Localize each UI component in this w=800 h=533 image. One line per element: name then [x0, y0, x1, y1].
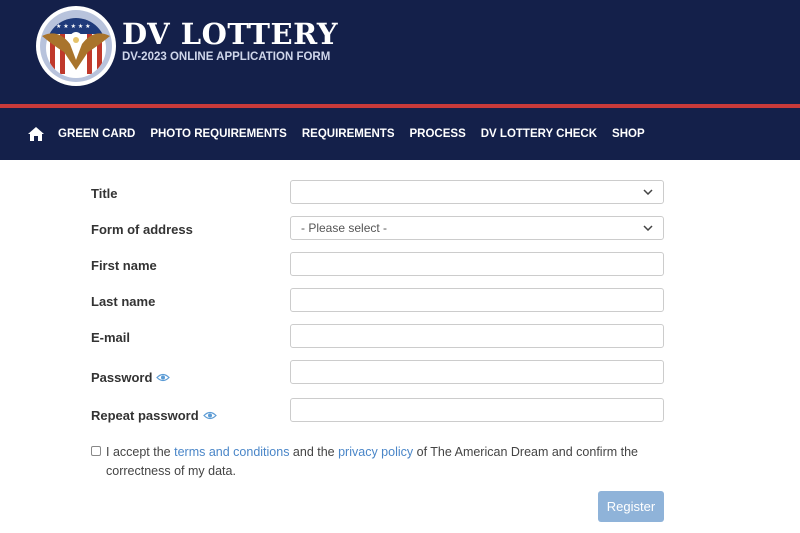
repeat-password-label: Repeat password — [91, 408, 199, 423]
email-label: E-mail — [91, 330, 131, 345]
password-field[interactable] — [290, 360, 664, 384]
repeat-password-label-row: Repeat password — [91, 408, 217, 423]
last-name-field[interactable] — [290, 288, 664, 312]
site-title: DV LOTTERY — [122, 17, 339, 51]
title-label: Title — [91, 186, 118, 201]
form-of-address-select[interactable]: - Please select - — [290, 216, 664, 240]
privacy-policy-link[interactable]: privacy policy — [338, 445, 413, 459]
password-label-row: Password — [91, 370, 171, 385]
nav-item-process[interactable]: PROCESS — [410, 128, 466, 140]
eye-icon[interactable] — [156, 373, 171, 382]
home-icon[interactable] — [28, 127, 44, 141]
terms-link[interactable]: terms and conditions — [174, 445, 289, 459]
email-field[interactable] — [290, 324, 664, 348]
chevron-down-icon — [643, 189, 653, 195]
svg-text:★ ★ ★ ★ ★: ★ ★ ★ ★ ★ — [56, 23, 91, 30]
form-of-address-label: Form of address — [91, 222, 193, 237]
password-label: Password — [91, 370, 153, 385]
nav-item-dv-lottery-check[interactable]: DV LOTTERY CHECK — [481, 128, 597, 140]
consent-text-part2: and the — [289, 445, 339, 459]
register-button[interactable]: Register — [598, 491, 664, 522]
first-name-field[interactable] — [290, 252, 664, 276]
last-name-label: Last name — [91, 294, 156, 309]
nav-item-green-card[interactable]: GREEN CARD — [58, 128, 135, 140]
consent-text-part1: I accept the — [106, 445, 175, 459]
nav-item-shop[interactable]: SHOP — [612, 128, 645, 140]
site-subtitle: DV-2023 ONLINE APPLICATION FORM — [122, 51, 331, 63]
form-of-address-value: - Please select - — [301, 221, 388, 235]
consent-checkbox[interactable] — [91, 446, 101, 456]
eagle-seal-icon[interactable]: ★ ★ ★ ★ ★ — [34, 4, 118, 88]
chevron-down-icon — [643, 225, 653, 231]
nav-item-photo-requirements[interactable]: PHOTO REQUIREMENTS — [150, 128, 287, 140]
nav-item-requirements[interactable]: REQUIREMENTS — [302, 128, 395, 140]
consent-row: I accept the terms and conditions and th… — [91, 443, 651, 481]
consent-text: I accept the terms and conditions and th… — [91, 443, 651, 481]
title-select[interactable] — [290, 180, 664, 204]
site-header: ★ ★ ★ ★ ★ DV LOTTERY DV-2023 ONLINE APPL… — [0, 0, 800, 104]
first-name-label: First name — [91, 258, 157, 273]
repeat-password-field[interactable] — [290, 398, 664, 422]
eye-icon[interactable] — [202, 411, 217, 420]
main-nav: GREEN CARD PHOTO REQUIREMENTS REQUIREMEN… — [0, 108, 800, 160]
